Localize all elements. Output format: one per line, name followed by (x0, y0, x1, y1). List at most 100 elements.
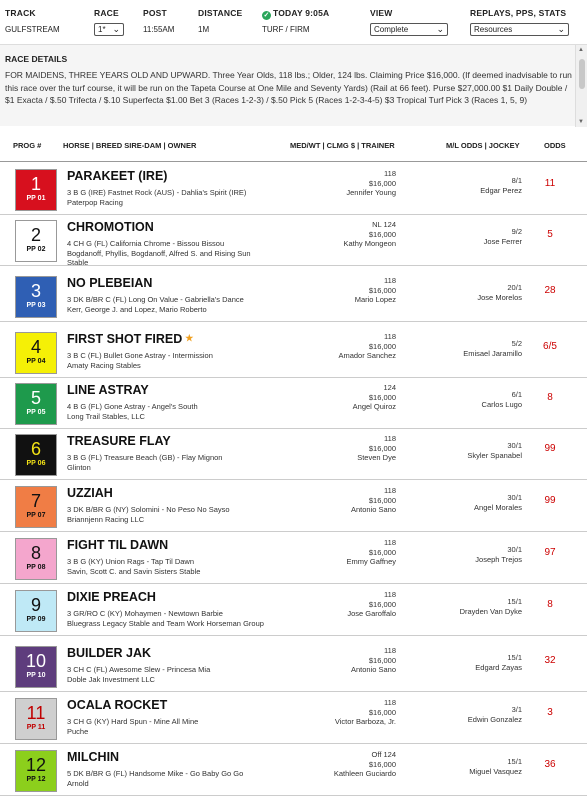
entry-row[interactable]: 7 PP 07 UZZIAH 3 DK B/BR G (NY) Solomini … (0, 481, 587, 532)
live-odds: 3 (547, 707, 553, 718)
horse-name[interactable]: OCALA ROCKET (67, 698, 167, 712)
race-details-text: FOR MAIDENS, THREE YEARS OLD AND UPWARD.… (5, 70, 572, 105)
entry-row[interactable]: 10 PP 10 BUILDER JAK 3 CH C (FL) Awesome … (0, 641, 587, 692)
col-prog: PROG # (13, 141, 42, 150)
program-number-badge: 11 PP 11 (15, 698, 57, 740)
jockey: Jose Morelos (477, 293, 522, 302)
entry-row[interactable]: 12 PP 12 MILCHIN 5 DK B/BR G (FL) Handsom… (0, 745, 587, 796)
entry-row[interactable]: 2 PP 02 CHROMOTION 4 CH G (FL) California… (0, 215, 587, 268)
morning-line-odds: 30/1 (507, 493, 522, 502)
trainer: Victor Barboza, Jr. (334, 717, 396, 726)
live-odds: 8 (547, 599, 553, 610)
horse-name[interactable]: TREASURE FLAY (67, 434, 171, 448)
post-label: POST (143, 8, 167, 18)
horse-name[interactable]: BUILDER JAK (67, 646, 151, 660)
claiming-price: $16,000 (368, 707, 396, 717)
horse-name[interactable]: PARAKEET (IRE) (67, 169, 167, 183)
breed-owner: 3 B C (FL) Bullet Gone Astray - Intermis… (67, 351, 272, 370)
entry-row[interactable]: 1 PP 01 PARAKEET (IRE) 3 B G (IRE) Fastne… (0, 164, 587, 215)
scrollbar-thumb[interactable] (579, 59, 585, 89)
horse-name[interactable]: CHROMOTION (67, 220, 154, 234)
distance-label: DISTANCE (198, 8, 243, 18)
breed-sire-dam: 4 B G (FL) Gone Astray - Angel's South (67, 402, 198, 411)
morning-line-odds: 9/2 (511, 227, 522, 236)
trainer: Antonio Sano (350, 505, 396, 514)
entry-row[interactable]: 5 PP 05 LINE ASTRAY 4 B G (FL) Gone Astra… (0, 378, 587, 429)
track-value: GULFSTREAM (5, 25, 60, 34)
morning-line-odds: 30/1 (507, 545, 522, 554)
race-details-panel: RACE DETAILS FOR MAIDENS, THREE YEARS OL… (0, 44, 587, 127)
today-time: TODAY 9:05A (273, 8, 330, 18)
horse-name[interactable]: FIGHT TIL DAWN (67, 538, 168, 552)
horse-name-text: MILCHIN (67, 750, 120, 764)
entry-row[interactable]: 8 PP 08 FIGHT TIL DAWN 3 B G (KY) Union R… (0, 533, 587, 584)
live-odds: 32 (544, 655, 556, 666)
horse-name-text: DIXIE PREACH (67, 590, 156, 604)
replays-select[interactable]: Resources ⌄ (470, 23, 569, 36)
race-select[interactable]: 1* ⌄ (94, 23, 124, 36)
ml-jockey: 15/1 Edgard Zayas (475, 653, 522, 673)
scroll-down-icon[interactable]: ▼ (578, 119, 584, 125)
program-number: 2 (30, 225, 41, 245)
post-value: 11:55AM (143, 25, 175, 34)
program-number-badge: 6 PP 06 (15, 434, 57, 476)
scroll-up-icon[interactable]: ▲ (578, 47, 584, 53)
morning-line-odds: 15/1 (507, 757, 522, 766)
med-weight-claim: 118 $16,000 Victor Barboza, Jr. (335, 698, 396, 727)
ml-jockey: 30/1 Skyler Spanabel (467, 441, 522, 461)
entry-row[interactable]: 4 PP 04 FIRST SHOT FIRED ★ 3 B C (FL) Bull… (0, 327, 587, 378)
owner: Puche (67, 726, 89, 736)
horse-name[interactable]: MILCHIN (67, 750, 119, 764)
horse-name[interactable]: FIRST SHOT FIRED ★ (67, 332, 193, 346)
morning-line-odds: 6/1 (511, 390, 522, 399)
entry-row[interactable]: 3 PP 03 NO PLEBEIAN 3 DK B/BR C (FL) Long… (0, 271, 587, 322)
horse-name[interactable]: NO PLEBEIAN (67, 276, 152, 290)
breed-sire-dam: 3 B G (FL) Treasure Beach (GB) - Flay Mi… (67, 453, 223, 462)
horse-name-text: FIRST SHOT FIRED (67, 332, 183, 346)
morning-line-odds: 8/1 (511, 176, 522, 185)
horse-name[interactable]: DIXIE PREACH (67, 590, 156, 604)
owner: Long Trail Stables, LLC (67, 411, 145, 421)
morning-line-odds: 15/1 (507, 653, 522, 662)
trainer: Mario Lopez (354, 295, 396, 304)
jockey: Edwin Gonzalez (467, 715, 522, 724)
horse-name-text: NO PLEBEIAN (67, 276, 153, 290)
owner: Bogdanoff, Phyllis, Bogdanoff, Alfred S.… (67, 248, 251, 268)
med-weight: 118 (384, 590, 396, 599)
trainer: Steven Dye (357, 453, 396, 462)
jockey: Angel Morales (474, 503, 522, 512)
breed-owner: 5 DK B/BR G (FL) Handsome Mike - Go Baby… (67, 769, 272, 788)
med-weight: 118 (384, 486, 396, 495)
trainer: Angel Quiroz (352, 402, 396, 411)
breed-owner: 3 B G (IRE) Fastnet Rock (AUS) - Dahlia'… (67, 188, 272, 207)
ml-jockey: 5/2 Emisael Jaramillo (463, 339, 522, 359)
race-header: TRACK GULFSTREAM RACE 1* ⌄ POST 11:55AM … (0, 0, 587, 44)
entry-row[interactable]: 9 PP 09 DIXIE PREACH 3 GR/RO C (KY) Mohay… (0, 585, 587, 636)
live-odds: 11 (544, 178, 556, 189)
jockey: Edgar Perez (480, 186, 522, 195)
col-ml: M/L ODDS | JOCKEY (446, 141, 520, 150)
details-scrollbar[interactable]: ▲ ▼ (575, 45, 587, 127)
med-weight-claim: 118 $16,000 Steven Dye (357, 434, 396, 463)
horse-name-text: OCALA ROCKET (67, 698, 168, 712)
program-number-badge: 4 PP 04 (15, 332, 57, 374)
distance-value: 1M (198, 25, 210, 34)
program-number: 7 (30, 491, 41, 511)
post-position: PP 09 (26, 616, 46, 623)
breed-owner: 3 DK B/BR C (FL) Long On Value - Gabriel… (67, 295, 272, 314)
horse-name[interactable]: LINE ASTRAY (67, 383, 149, 397)
horse-name[interactable]: UZZIAH (67, 486, 113, 500)
entry-row[interactable]: 6 PP 06 TREASURE FLAY 3 B G (FL) Treasure… (0, 429, 587, 480)
med-weight: Off 124 (371, 750, 396, 759)
morning-line-odds: 20/1 (507, 283, 522, 292)
program-number-badge: 3 PP 03 (15, 276, 57, 318)
med-weight-claim: Off 124 $16,000 Kathleen Guciardo (334, 750, 396, 779)
entry-row[interactable]: 11 PP 11 OCALA ROCKET 3 CH G (KY) Hard Sp… (0, 693, 587, 744)
ml-jockey: 20/1 Jose Morelos (477, 283, 522, 303)
breed-sire-dam: 3 B C (FL) Bullet Gone Astray - Intermis… (67, 351, 213, 360)
view-select[interactable]: Complete ⌄ (370, 23, 448, 36)
breed-owner: 4 B G (FL) Gone Astray - Angel's South Lo… (67, 402, 272, 421)
claiming-price: $16,000 (368, 229, 396, 239)
trainer: Jennifer Young (346, 188, 396, 197)
med-weight-claim: 118 $16,000 Jose Garoffalo (347, 590, 396, 619)
